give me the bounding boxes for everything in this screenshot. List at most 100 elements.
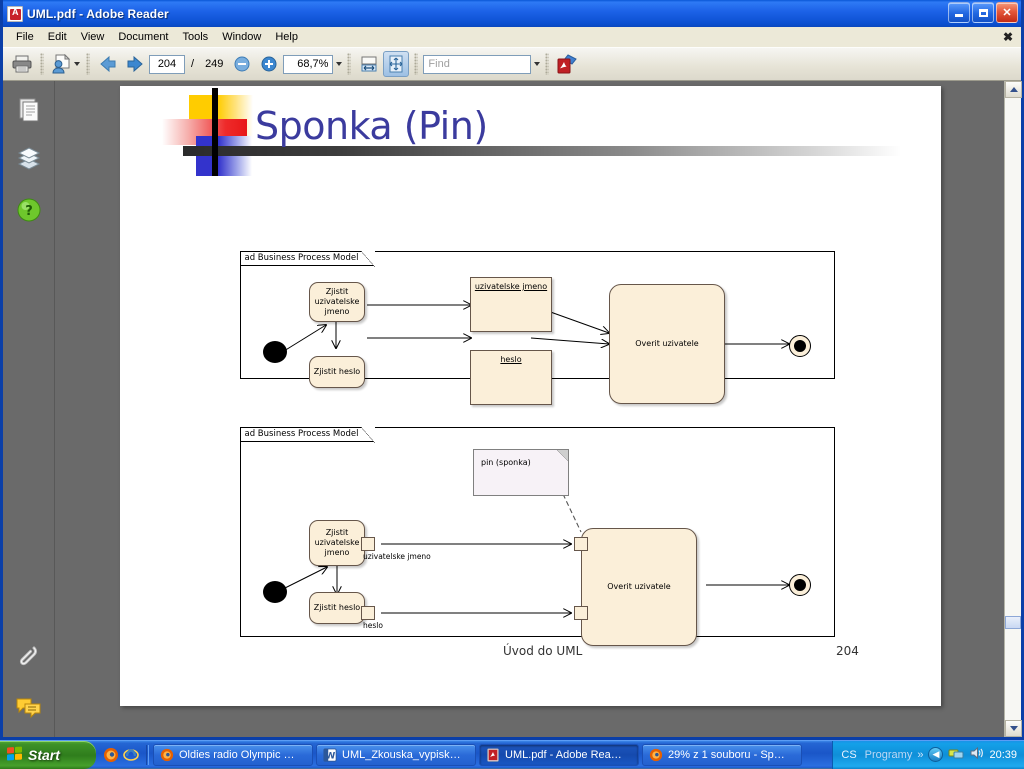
close-document-icon[interactable]: ✖ (1003, 30, 1013, 44)
diagram2-pin-label-heslo: heslo (363, 621, 383, 630)
scrollbar-track[interactable] (1005, 98, 1021, 720)
diagram2-activity-overit-uzivatele[interactable]: Overit uzivatele (581, 528, 697, 646)
programy-label[interactable]: Programy (865, 749, 913, 761)
note-fold-corner (557, 449, 569, 461)
menu-tools[interactable]: Tools (176, 29, 216, 45)
internet-explorer-quicklaunch-icon[interactable] (123, 747, 139, 763)
page-footer-number: 204 (836, 644, 859, 658)
menu-help[interactable]: Help (268, 29, 305, 45)
zoom-dropdown-icon[interactable] (336, 62, 342, 66)
close-button[interactable]: ✕ (996, 2, 1018, 23)
zoom-level-input[interactable]: 68,7% (283, 55, 333, 74)
diagram2-note-text: pin (sponka) (481, 458, 531, 467)
toolbar-separator (40, 53, 44, 75)
sign-dropdown-icon[interactable] (74, 62, 80, 66)
diagram2-activity-zjistit-heslo[interactable]: Zjistit heslo (309, 592, 365, 624)
sign-button[interactable] (49, 51, 81, 77)
menu-file[interactable]: File (9, 29, 41, 45)
diagram1-object-label-2: heslo (500, 355, 521, 364)
language-indicator[interactable]: CS (838, 749, 859, 761)
diagram1-initial-node (263, 341, 287, 363)
clock[interactable]: 20:39 (989, 749, 1017, 761)
minimize-button[interactable] (948, 2, 970, 23)
comments-panel-icon[interactable] (14, 691, 44, 721)
svg-text:W: W (326, 751, 336, 761)
print-button[interactable] (9, 51, 35, 77)
acrobat-export-icon (556, 54, 578, 74)
zoom-in-icon (260, 55, 278, 73)
adobe-pdf-icon (7, 6, 23, 22)
help-panel-icon[interactable]: ? (14, 195, 44, 225)
quick-launch-bar (96, 747, 146, 763)
toolbar-separator (347, 53, 351, 75)
diagram1-activity-overit-uzivatele[interactable]: Overit uzivatele (609, 284, 725, 404)
fit-page-button[interactable] (383, 51, 409, 77)
word-icon: W (323, 748, 337, 762)
diagram2-pin-in-uzivatelske-jmeno[interactable] (574, 537, 588, 551)
find-input[interactable]: Find (423, 55, 531, 74)
task-button-firefox-oldies[interactable]: Oldies radio Olympic … (153, 744, 313, 766)
task-button-adobe-reader[interactable]: UML.pdf - Adobe Rea… (479, 744, 639, 766)
task-button-word-document[interactable]: W UML_Zkouska_vypisk… (316, 744, 476, 766)
svg-text:?: ? (25, 204, 33, 219)
menu-window[interactable]: Window (215, 29, 268, 45)
start-button[interactable]: Start (0, 741, 96, 769)
previous-page-icon (97, 55, 119, 73)
next-page-button[interactable] (122, 51, 148, 77)
menu-document[interactable]: Document (111, 29, 175, 45)
previous-page-button[interactable] (95, 51, 121, 77)
pages-panel-icon[interactable] (14, 95, 44, 125)
task-label: Oldies radio Olympic … (179, 749, 295, 761)
diagram1-object-uzivatelske-jmeno[interactable]: uzivatelske jmeno (470, 277, 552, 332)
deco-blue-block (196, 136, 252, 176)
start-label: Start (28, 747, 60, 763)
diagram2-pin-in-heslo[interactable] (574, 606, 588, 620)
scrollbar-thumb[interactable] (1005, 616, 1021, 629)
diagram1-object-heslo[interactable]: heslo (470, 350, 552, 405)
task-list: Oldies radio Olympic … W UML_Zkouska_vyp… (149, 744, 832, 766)
taskbar: Start Oldies radio Olympic … (0, 740, 1024, 768)
diagram2-note: pin (sponka) (473, 449, 569, 496)
page-viewport[interactable]: Sponka (Pin) ad Business Process Model (55, 81, 1004, 737)
vertical-scrollbar[interactable] (1004, 81, 1021, 737)
firefox-quicklaunch-icon[interactable] (103, 747, 119, 763)
printer-icon (11, 54, 33, 74)
window-title: UML.pdf - Adobe Reader (27, 7, 169, 21)
menu-edit[interactable]: Edit (41, 29, 74, 45)
show-hidden-icons-button[interactable]: ◀ (928, 747, 943, 762)
pdf-page: Sponka (Pin) ad Business Process Model (120, 86, 941, 706)
tray-overflow-chevron[interactable]: » (917, 749, 923, 761)
diagram2-pin-label-uzivatelske-jmeno: uzivatelske jmeno (363, 552, 431, 561)
diagram2-pin-out-uzivatelske-jmeno[interactable] (361, 537, 375, 551)
uml-diagram-2: ad Business Process Model (240, 427, 835, 637)
scroll-down-button[interactable] (1005, 720, 1022, 737)
zoom-in-button[interactable] (256, 51, 282, 77)
task-button-firefox-download[interactable]: 29% z 1 souboru - Sp… (642, 744, 802, 766)
toolbar-separator (86, 53, 90, 75)
diagram1-activity-zjistit-uzivatelske-jmeno[interactable]: Zjistit uzivatelske jmeno (309, 282, 365, 322)
diagram1-activity-zjistit-heslo[interactable]: Zjistit heslo (309, 356, 365, 388)
diagram1-object-label-1: uzivatelske jmeno (475, 282, 547, 291)
attachments-panel-icon[interactable] (14, 641, 44, 671)
maximize-button[interactable] (972, 2, 994, 23)
page-number-input[interactable]: 204 (149, 55, 185, 74)
acrobat-export-button[interactable] (554, 51, 580, 77)
fit-width-button[interactable] (356, 51, 382, 77)
scroll-up-button[interactable] (1005, 81, 1022, 98)
task-label: 29% z 1 souboru - Sp… (668, 749, 785, 761)
page-title: Sponka (Pin) (255, 104, 488, 148)
menu-bar: File Edit View Document Tools Window Hel… (3, 27, 1021, 47)
adobe-reader-window: UML.pdf - Adobe Reader ✕ File Edit View … (0, 0, 1024, 740)
find-dropdown-icon[interactable] (534, 62, 540, 66)
volume-icon[interactable] (969, 746, 984, 763)
diagram2-activity-zjistit-uzivatelske-jmeno[interactable]: Zjistit uzivatelske jmeno (309, 520, 365, 566)
sign-document-icon (50, 54, 72, 74)
navigation-pane: ? (3, 81, 55, 737)
layers-panel-icon[interactable] (14, 145, 44, 175)
document-area: ? (3, 81, 1021, 737)
zoom-out-button[interactable] (229, 51, 255, 77)
page-total: 249 (205, 58, 223, 70)
menu-view[interactable]: View (74, 29, 112, 45)
diagram2-pin-out-heslo[interactable] (361, 606, 375, 620)
network-icon[interactable] (948, 746, 964, 763)
